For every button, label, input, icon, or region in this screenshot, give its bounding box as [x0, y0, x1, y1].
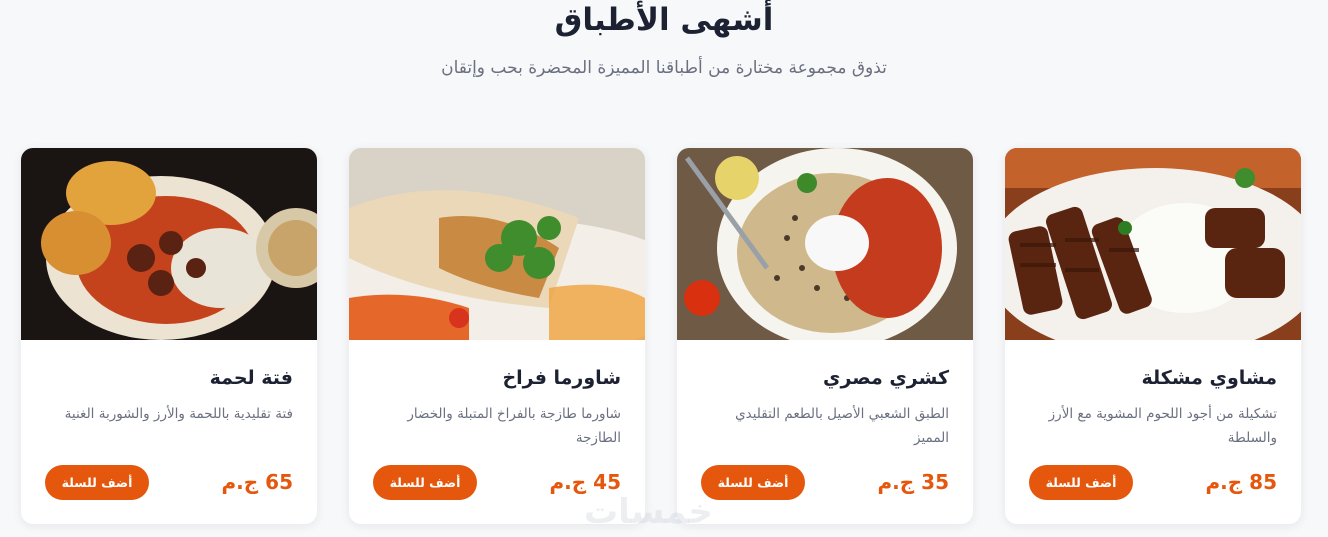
watermark-logo: خمسات [584, 492, 713, 532]
dish-price: 85 ج.م [1205, 470, 1277, 494]
add-to-cart-button[interactable]: أضف للسلة [701, 464, 805, 500]
dish-description: تشكيلة من أجود اللحوم المشوية مع الأرز و… [1048, 406, 1277, 446]
dish-price: 45 ج.م [549, 470, 621, 494]
dish-footer: 35 ج.م أضف للسلة [701, 464, 949, 500]
dish-description: الطبق الشعبي الأصيل بالطعم التقليدي المم… [735, 406, 949, 446]
koshari-image [677, 148, 973, 340]
chicken-shawarma-image [349, 148, 645, 340]
dish-card: فتة لحمة فتة تقليدية باللحمة والأرز والش… [21, 148, 317, 524]
dishes-grid: مشاوي مشكلة تشكيلة من أجود اللحوم المشوي… [21, 148, 1301, 524]
dish-footer: 85 ج.م أضف للسلة [1029, 464, 1277, 500]
dish-price: 35 ج.م [877, 470, 949, 494]
mixed-grill-image [1005, 148, 1301, 340]
dish-card-body: كشري مصري الطبق الشعبي الأصيل بالطعم الت… [677, 340, 973, 524]
add-to-cart-button[interactable]: أضف للسلة [1029, 464, 1133, 500]
dish-description: شاورما طازجة بالفراخ المتبلة والخضار الط… [407, 406, 621, 446]
dish-card-body: فتة لحمة فتة تقليدية باللحمة والأرز والش… [21, 340, 317, 524]
dish-card: كشري مصري الطبق الشعبي الأصيل بالطعم الت… [677, 148, 973, 524]
dish-description: فتة تقليدية باللحمة والأرز والشوربة الغن… [64, 406, 293, 422]
dish-card-body: مشاوي مشكلة تشكيلة من أجود اللحوم المشوي… [1005, 340, 1301, 524]
dish-card: مشاوي مشكلة تشكيلة من أجود اللحوم المشوي… [1005, 148, 1301, 524]
add-to-cart-button[interactable]: أضف للسلة [373, 464, 477, 500]
dish-title: كشري مصري [823, 367, 949, 389]
dish-card: شاورما فراخ شاورما طازجة بالفراخ المتبلة… [349, 148, 645, 524]
popular-dishes-section: أشهى الأطباق تذوق مجموعة مختارة من أطباق… [0, 0, 1328, 537]
fatta-image [21, 148, 317, 340]
dish-title: فتة لحمة [209, 367, 293, 389]
section-title: أشهى الأطباق [554, 2, 774, 38]
dish-title: مشاوي مشكلة [1141, 367, 1278, 389]
add-to-cart-button[interactable]: أضف للسلة [45, 464, 149, 500]
dish-footer: 65 ج.م أضف للسلة [45, 464, 293, 500]
dish-price: 65 ج.م [221, 470, 293, 494]
dish-title: شاورما فراخ [502, 367, 621, 389]
section-subtitle: تذوق مجموعة مختارة من أطباقنا المميزة ال… [441, 58, 887, 78]
